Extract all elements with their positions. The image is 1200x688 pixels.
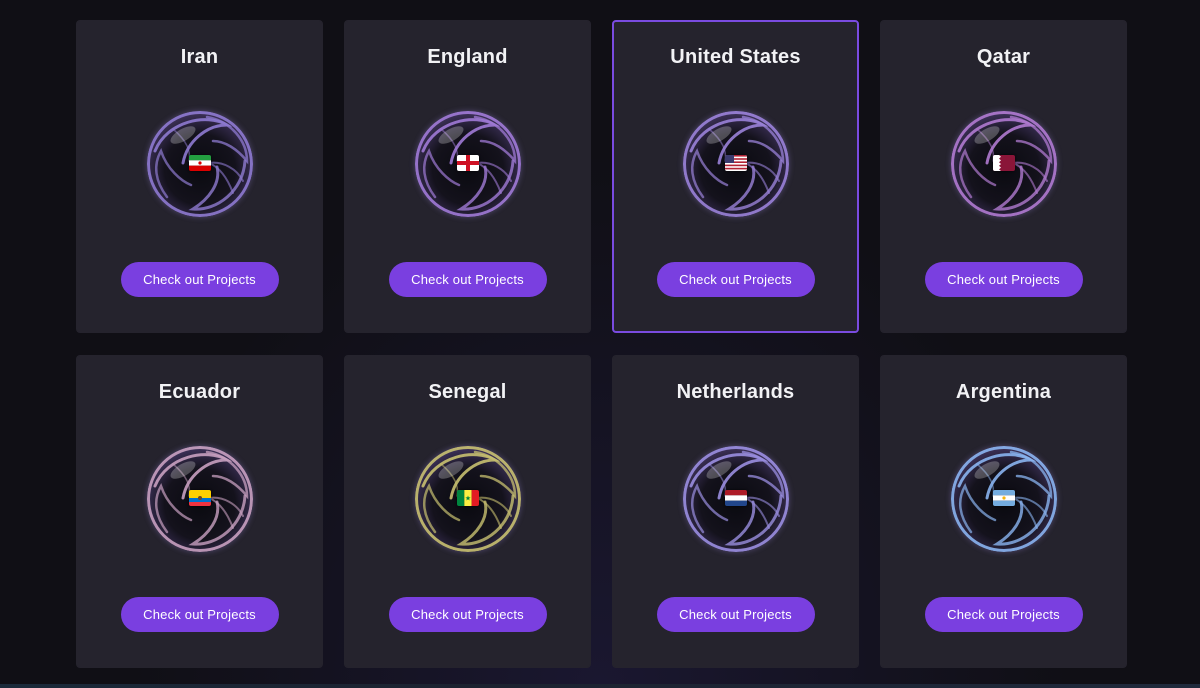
page-bottom-divider <box>0 684 1200 688</box>
card-title: Iran <box>180 46 219 68</box>
football-ball-image <box>950 111 1057 217</box>
ball-highlight <box>706 126 731 144</box>
check-out-projects-button[interactable]: Check out Projects <box>388 262 547 297</box>
ball-highlight <box>170 461 195 479</box>
check-out-projects-button[interactable]: Check out Projects <box>656 597 815 632</box>
country-card-england[interactable]: England Check out Projects <box>344 20 591 333</box>
card-title: Argentina <box>955 381 1052 403</box>
football-ball-image <box>682 446 789 552</box>
check-out-projects-button[interactable]: Check out Projects <box>924 262 1083 297</box>
card-title: Ecuador <box>158 381 241 403</box>
check-out-projects-button[interactable]: Check out Projects <box>120 597 279 632</box>
country-card-grid: Iran Check out Projects England Check ou… <box>76 20 1127 668</box>
ball-swirl-stroke <box>1009 450 1052 500</box>
country-card-ecuador[interactable]: Ecuador Check out Projects <box>76 355 323 668</box>
argentina-flag-icon <box>992 490 1015 506</box>
check-out-projects-button[interactable]: Check out Projects <box>656 262 815 297</box>
qatar-flag-icon <box>992 155 1015 171</box>
country-card-senegal[interactable]: Senegal Check out Projects <box>344 355 591 668</box>
check-out-projects-button[interactable]: Check out Projects <box>120 262 279 297</box>
card-title: Qatar <box>976 46 1031 68</box>
ball-swirl-stroke <box>473 115 516 165</box>
country-card-qatar[interactable]: Qatar Check out Projects <box>880 20 1127 333</box>
football-ball-image <box>414 111 521 217</box>
ball-swirl-stroke <box>1009 115 1052 165</box>
football-ball-image <box>146 111 253 217</box>
england-flag-icon <box>456 155 479 171</box>
netherlands-flag-icon <box>724 490 747 506</box>
football-ball-image <box>950 446 1057 552</box>
iran-flag-icon <box>188 155 211 171</box>
ball-swirl-stroke <box>741 115 784 165</box>
card-title: England <box>427 46 508 68</box>
ball-highlight <box>438 461 463 479</box>
check-out-projects-button[interactable]: Check out Projects <box>388 597 547 632</box>
check-out-projects-button[interactable]: Check out Projects <box>924 597 1083 632</box>
ball-highlight <box>438 126 463 144</box>
usa-flag-icon <box>724 155 747 171</box>
country-card-iran[interactable]: Iran Check out Projects <box>76 20 323 333</box>
ball-highlight <box>974 126 999 144</box>
ball-swirl-stroke <box>205 115 248 165</box>
country-card-united-states[interactable]: United States Check out Projects <box>612 20 859 333</box>
country-card-argentina[interactable]: Argentina Check out Projects <box>880 355 1127 668</box>
ecuador-flag-icon <box>188 490 211 506</box>
senegal-flag-icon <box>456 490 479 506</box>
football-ball-image <box>414 446 521 552</box>
country-card-netherlands[interactable]: Netherlands Check out Projects <box>612 355 859 668</box>
card-title: Senegal <box>428 381 507 403</box>
ball-swirl-stroke <box>741 450 784 500</box>
football-ball-image <box>682 111 789 217</box>
ball-swirl-stroke <box>473 450 516 500</box>
football-ball-image <box>146 446 253 552</box>
ball-swirl-stroke <box>205 450 248 500</box>
card-title: United States <box>670 46 801 68</box>
ball-highlight <box>170 126 195 144</box>
card-title: Netherlands <box>676 381 795 403</box>
ball-highlight <box>706 461 731 479</box>
ball-highlight <box>974 461 999 479</box>
